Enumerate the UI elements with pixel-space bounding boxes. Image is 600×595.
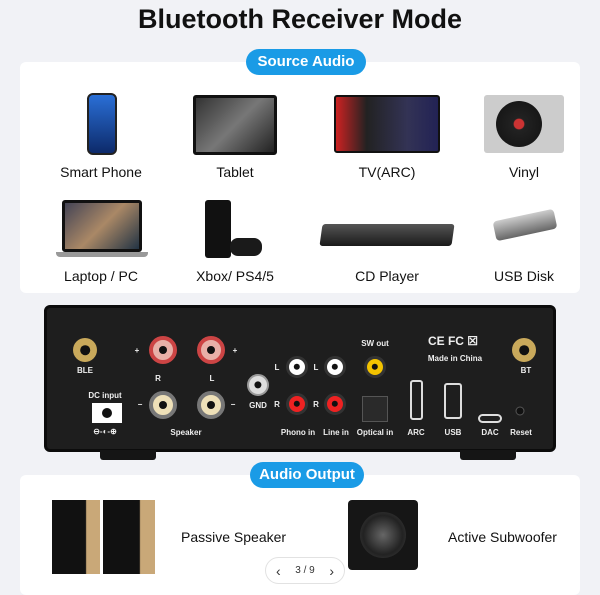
next-page-button[interactable]: › (329, 563, 334, 579)
dc-input-label: DC input (88, 391, 122, 400)
source-label: Xbox/ PS4/5 (196, 268, 274, 284)
output-label: Active Subwoofer (448, 529, 557, 545)
r-label: R (155, 374, 161, 383)
plus-label: + (134, 346, 140, 355)
source-label: Vinyl (508, 164, 540, 180)
source-label: CD Player (355, 268, 419, 284)
source-audio-badge: Source Audio (246, 49, 366, 75)
turntable-image (484, 95, 564, 153)
tablet-image (193, 95, 277, 155)
page-title: Bluetooth Receiver Mode (137, 4, 463, 34)
source-label: Tablet (216, 164, 254, 180)
gnd-terminal (247, 374, 269, 396)
console-image (205, 200, 231, 258)
hdmi-arc-port (410, 380, 423, 420)
source-label: USB Disk (494, 268, 554, 284)
made-in-label: Made in China (427, 354, 483, 363)
sw-out-jack (364, 356, 386, 378)
output-label: Passive Speaker (181, 529, 287, 545)
optical-in-port (362, 396, 388, 422)
page-indicator: 3 / 9 (295, 565, 315, 576)
dc-polarity-symbol: ⊖-◐-⊕ (93, 427, 117, 436)
sw-out-label: SW out (361, 339, 389, 348)
speaker-label: Speaker (170, 428, 202, 437)
controller-image (230, 238, 262, 256)
plus-label: + (232, 346, 238, 355)
source-label: Smart Phone (60, 164, 142, 180)
passive-speaker-image (103, 500, 155, 574)
tv-image (334, 95, 440, 153)
laptop-image (62, 200, 142, 252)
bt-antenna-jack (512, 338, 536, 362)
device-foot (100, 450, 156, 460)
reset-label: Reset (510, 428, 532, 437)
audio-output-badge: Audio Output (250, 462, 364, 488)
usb-c-dac-port (478, 414, 502, 423)
r-label: R (313, 400, 319, 409)
passive-speaker-image (52, 500, 100, 574)
cd-player-image (319, 224, 455, 246)
prev-page-button[interactable]: ‹ (276, 563, 281, 579)
laptop-base (56, 252, 148, 257)
dc-input-port (92, 403, 122, 423)
source-label: Laptop / PC (64, 268, 138, 284)
device-foot (460, 450, 516, 460)
reset-button (515, 406, 525, 416)
subwoofer-image (348, 500, 418, 570)
ble-label: BLE (77, 366, 93, 375)
pagination: ‹ 3 / 9 › (265, 557, 345, 584)
usb-port (444, 383, 462, 419)
smartphone-image (87, 93, 117, 155)
l-label: L (313, 363, 319, 372)
bt-label: BT (520, 366, 532, 375)
source-label: TV(ARC) (358, 164, 416, 180)
certification-marks: CE FC ☒ (427, 334, 479, 348)
l-label: L (209, 374, 215, 383)
ble-antenna-jack (73, 338, 97, 362)
